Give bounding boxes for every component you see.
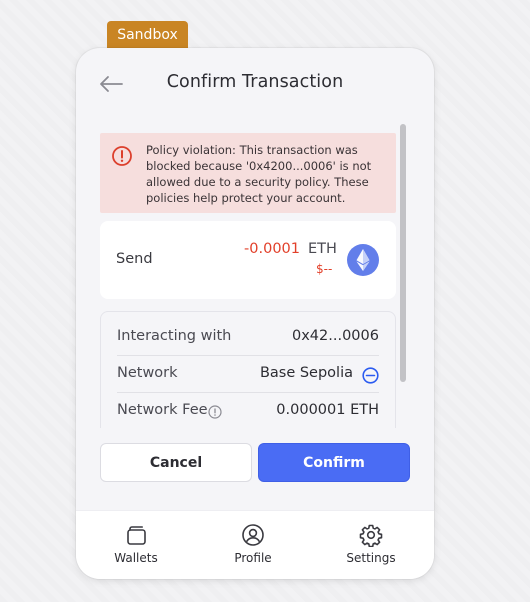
send-summary: Send -0.0001 ETH $-- [100, 221, 396, 299]
nav-label: Settings [346, 551, 396, 565]
transaction-details: Interacting with 0x42...0006 Network Bas… [100, 311, 396, 428]
nav-item-profile[interactable]: Profile [213, 523, 293, 573]
network-name: Base Sepolia [259, 365, 353, 381]
dialog-header: Confirm Transaction [76, 48, 434, 120]
detail-label: Network Fee [117, 402, 208, 418]
alert-message: Policy violation: This transaction was b… [146, 143, 372, 205]
transaction-details-scroll[interactable]: Policy violation: This transaction was b… [76, 120, 434, 428]
send-label: Send [116, 251, 153, 267]
policy-violation-alert: Policy violation: This transaction was b… [100, 133, 396, 213]
detail-row-network: Network Base Sepolia [117, 357, 379, 393]
network-fee-value: 0.000001 ETH [276, 402, 379, 418]
send-usd-value: $-- [316, 262, 333, 276]
wallet-icon [127, 526, 146, 545]
gear-icon [359, 524, 383, 547]
nav-item-wallets[interactable]: Wallets [96, 523, 176, 573]
base-network-icon [362, 367, 379, 384]
scrollbar-thumb[interactable] [400, 124, 406, 382]
sandbox-badge: Sandbox [107, 21, 188, 48]
send-unit: ETH [308, 241, 337, 257]
contract-address: 0x42...0006 [292, 328, 379, 344]
nav-item-settings[interactable]: Settings [331, 523, 411, 573]
detail-row-network-fee: Network Fee 0.000001 ETH [117, 394, 379, 428]
bottom-navigation: Wallets Profile Settings [76, 510, 434, 579]
ethereum-icon [347, 244, 379, 276]
cancel-button[interactable]: Cancel [100, 443, 252, 482]
info-icon[interactable] [208, 405, 222, 419]
transaction-dialog: Confirm Transaction Policy violation: Th… [76, 48, 434, 579]
nav-label: Wallets [114, 551, 158, 565]
confirm-button[interactable]: Confirm [258, 443, 410, 482]
page-title: Confirm Transaction [166, 72, 344, 92]
profile-icon [242, 524, 264, 546]
detail-label: Interacting with [117, 328, 232, 344]
send-amount: -0.0001 [244, 241, 300, 257]
error-circle-icon [112, 146, 132, 166]
nav-label: Profile [234, 551, 272, 565]
detail-row-interacting-with: Interacting with 0x42...0006 [117, 320, 379, 356]
detail-label: Network [117, 365, 178, 381]
